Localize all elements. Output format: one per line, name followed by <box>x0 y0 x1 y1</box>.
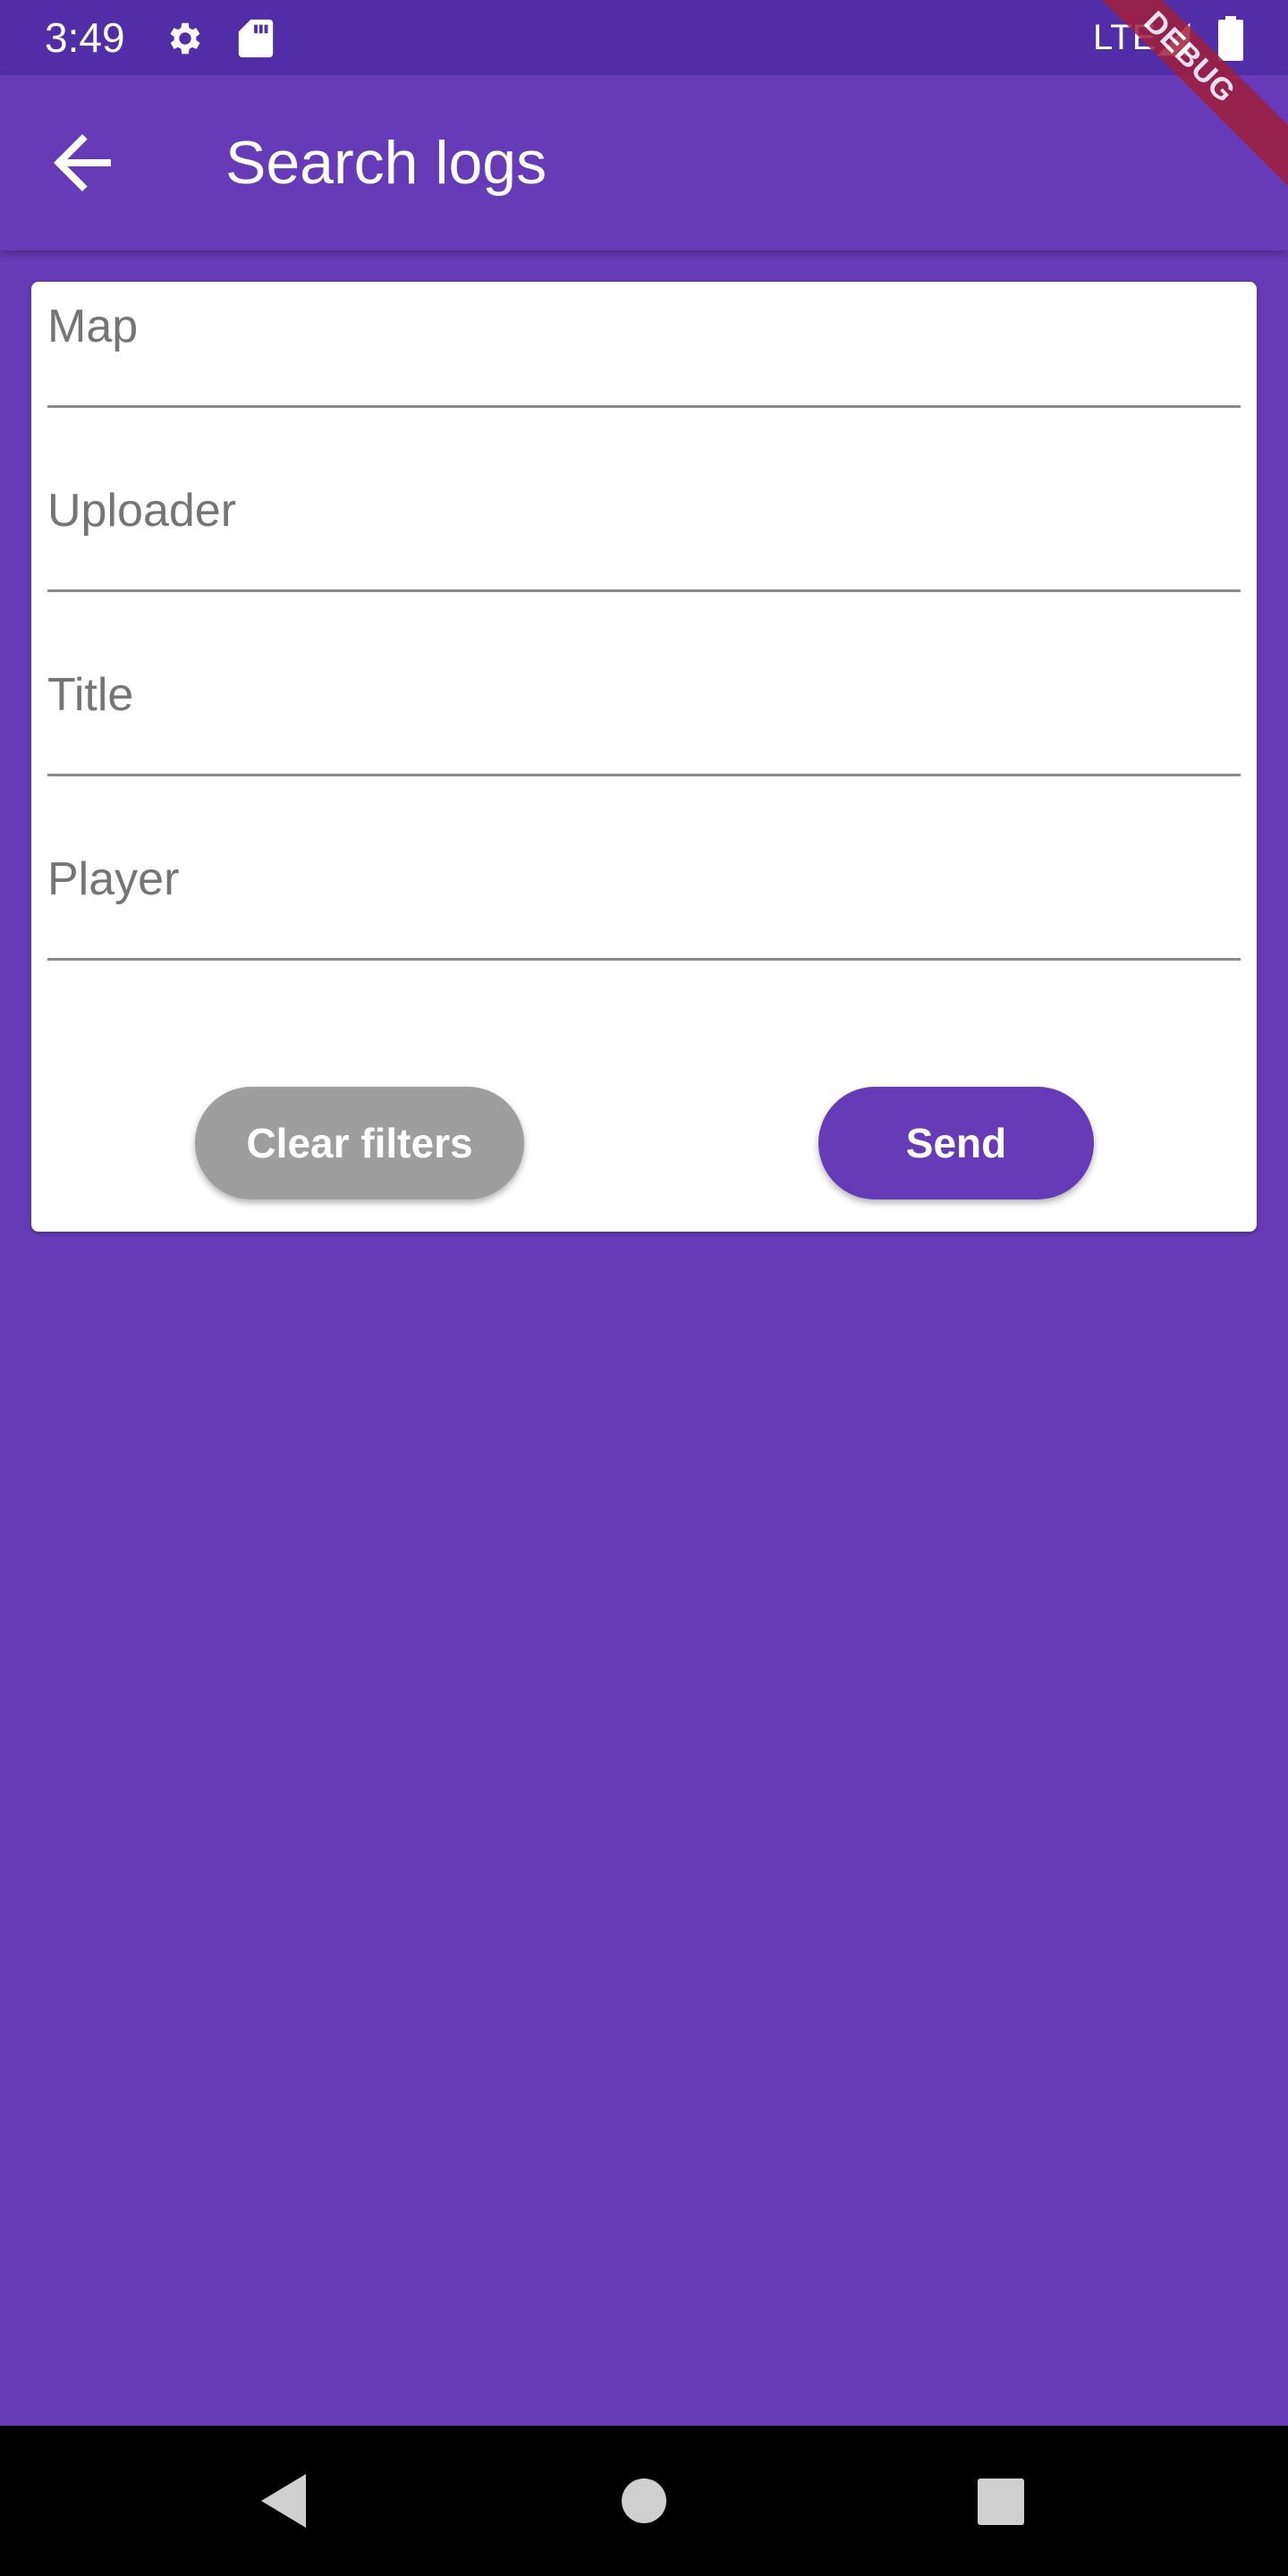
title-field[interactable]: Title <box>47 666 1241 776</box>
screen: 3:49 LTE DEBUG Search logs Map Uploader … <box>0 0 1288 2576</box>
status-time: 3:49 <box>45 14 125 61</box>
map-field[interactable]: Map <box>47 298 1241 408</box>
clear-filters-button[interactable]: Clear filters <box>195 1087 524 1199</box>
nav-recents-button[interactable] <box>925 2426 1075 2576</box>
send-button[interactable]: Send <box>818 1087 1094 1199</box>
back-triangle-icon <box>261 2474 306 2528</box>
uploader-field-label: Uploader <box>47 485 237 537</box>
app-bar: Search logs <box>0 75 1288 250</box>
uploader-field[interactable]: Uploader <box>47 482 1241 592</box>
gear-icon <box>165 18 206 64</box>
player-field-label: Player <box>47 853 180 905</box>
search-form-card: Map Uploader Title Player Clear filters … <box>31 282 1257 1232</box>
page-title: Search logs <box>225 129 547 197</box>
sd-card-icon <box>238 18 274 64</box>
player-field[interactable]: Player <box>47 851 1241 961</box>
battery-icon <box>1218 16 1243 65</box>
system-nav-bar <box>0 2426 1288 2576</box>
nav-back-button[interactable] <box>211 2426 361 2576</box>
title-field-label: Title <box>47 669 134 721</box>
recents-square-icon <box>978 2479 1024 2525</box>
status-bar: 3:49 LTE <box>0 0 1288 75</box>
map-field-label: Map <box>47 301 139 352</box>
back-button[interactable] <box>39 120 125 206</box>
home-circle-icon <box>622 2479 666 2523</box>
nav-home-button[interactable] <box>569 2426 719 2576</box>
arrow-back-icon <box>54 134 111 191</box>
